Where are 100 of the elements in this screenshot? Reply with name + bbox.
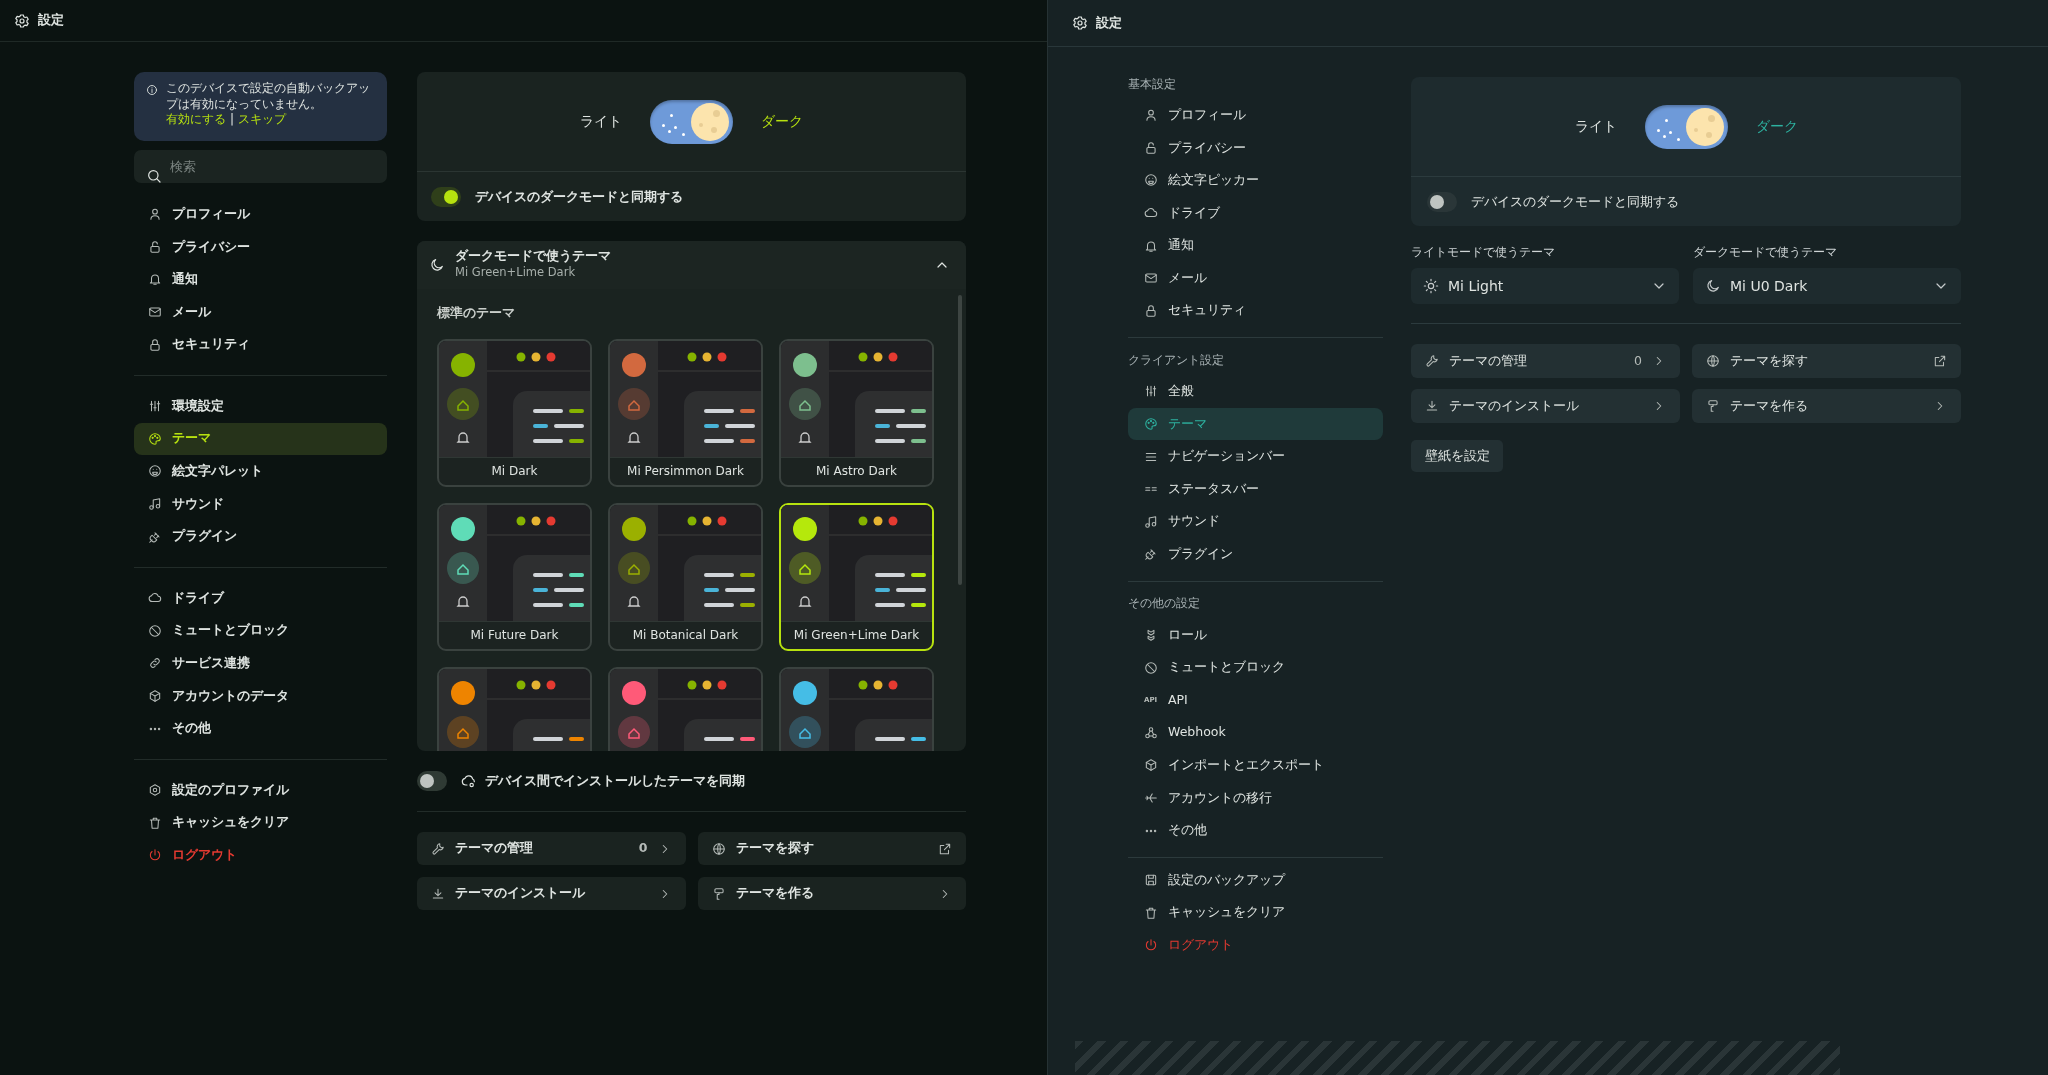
palette-icon [1144,417,1158,432]
smiley-icon [148,464,162,479]
skip-link[interactable]: スキップ [238,112,287,128]
cloud-sync-icon [461,773,477,789]
menu-item[interactable]: 通知 [134,263,387,296]
menu-item[interactable]: プライバシー [1128,131,1383,165]
music-note-icon [1144,514,1158,529]
section-title: 基本設定 [1128,75,1177,93]
theme-mode-toggle[interactable] [650,99,733,144]
menu-item[interactable]: Webhook [1128,716,1383,750]
menu-item[interactable]: テーマ [1128,407,1383,441]
menu-button[interactable]: テーマの管理 0 [1411,344,1680,378]
theme-card[interactable]: Mi Green+Lime Dark [779,502,934,651]
menu-item[interactable]: サービス連携 [134,647,387,680]
moon-icon [429,257,445,273]
menu-item[interactable]: 通知 [1128,229,1383,262]
menu-item[interactable]: アカウントの移行 [1128,781,1383,815]
menu-item[interactable]: 絵文字パレット [134,455,387,488]
menu-item[interactable]: 全般 [1128,375,1383,408]
menu-item[interactable]: ログアウト [134,839,387,872]
menu-item[interactable]: ドライブ [134,581,387,615]
menu-item[interactable]: サウンド [1128,505,1383,539]
hexagon-icon [148,783,162,798]
theme-card[interactable]: Mi Dark [437,338,592,487]
padlock-icon [148,337,162,352]
menu-item[interactable]: セキュリティ [1128,294,1383,328]
toggle-switch[interactable] [417,771,447,791]
menu-button[interactable]: テーマを作る [1692,389,1961,423]
envelope-icon [1144,271,1158,286]
palette-icon [148,431,162,446]
menu-item[interactable]: キャッシュをクリア [1128,896,1383,930]
person-icon [1144,108,1158,123]
menu-item[interactable]: ミュートとブロック [1128,651,1383,684]
menu-item[interactable]: ロール [1128,618,1383,652]
menu-item[interactable]: 設定のプロファイル [134,773,387,807]
search-icon [146,168,162,184]
scrollbar-thumb[interactable] [958,295,962,585]
chevrons-icon [1144,628,1158,642]
menu-item[interactable]: ミュートとブロック [134,614,387,648]
menu-item[interactable]: 環境設定 [134,389,387,423]
menu-item[interactable]: 設定のバックアップ [1128,863,1383,897]
menu-button[interactable]: テーマを探す [697,832,966,865]
theme-card[interactable]: Mi Persimmon Dark [608,338,763,487]
theme-select[interactable]: Mi Light [1411,268,1679,304]
enable-link[interactable]: 有効にする [166,112,226,128]
theme-select[interactable]: Mi U0 Dark [1693,268,1961,304]
menu-button[interactable]: テーマを作る [697,877,966,910]
theme-name: Mi Botanical Dark [610,620,761,649]
field-label: ライトモードで使うテーマ [1411,244,1556,261]
menu-item[interactable]: メール [134,295,387,329]
menu-item[interactable]: ナビゲーションバー [1128,440,1383,473]
menu-item[interactable]: プロフィール [1128,99,1383,132]
plug-icon [1144,547,1158,562]
menu-item[interactable]: その他 [1128,814,1383,847]
separator-text: | [230,112,235,128]
menu-item[interactable]: その他 [134,712,387,745]
download-icon [1425,399,1439,413]
menu-item[interactable]: メール [1128,261,1383,295]
menu-item[interactable]: ドライブ [1128,196,1383,230]
webhook-icon [1144,725,1158,740]
music-note-icon [148,497,162,512]
menu-button[interactable]: テーマの管理 0 [417,832,686,865]
menu-item[interactable]: プライバシー [134,230,387,264]
menu-item[interactable]: ログアウト [1128,929,1383,962]
mode-label: ライト [1574,117,1617,136]
search-field[interactable]: 検索 [134,150,387,183]
menu-item[interactable]: プラグイン [134,520,387,553]
moon-icon [1705,278,1721,294]
menu-item[interactable]: テーマ [134,422,387,456]
toggle-switch[interactable] [1427,191,1457,212]
sliders-icon [148,399,162,414]
menu-item[interactable]: アカウントのデータ [134,679,387,713]
paint-roller-icon [1706,399,1720,413]
theme-mode-toggle[interactable] [1644,104,1728,149]
menu-item[interactable]: サウンド [134,487,387,521]
menu-button[interactable]: テーマのインストール [1411,389,1680,423]
power-icon [1144,938,1158,953]
menu-item[interactable]: セキュリティ [134,328,387,361]
download-icon [431,886,445,901]
toggle-switch[interactable] [431,186,461,207]
menu-item[interactable]: キャッシュをクリア [134,806,387,840]
cube-icon [1144,758,1158,773]
toggle-label: デバイスのダークモードと同期する [475,187,683,206]
menu-item[interactable]: インポートとエクスポート [1128,749,1383,782]
settings-icon [14,12,30,29]
menu-button[interactable]: テーマを探す [1692,344,1961,378]
mode-label: ダーク [1755,117,1798,136]
theme-name: Mi Future Dark [439,620,590,649]
theme-card[interactable]: Mi Astro Dark [779,338,934,487]
menu-item[interactable]: プロフィール [134,198,387,231]
theme-card[interactable]: Mi Botanical Dark [608,502,763,651]
menu-item[interactable]: ステータスバー [1128,472,1383,506]
count-text: 0 [638,839,648,858]
wallpaper-button[interactable]: 壁紙を設定 [1411,440,1503,472]
menu-item[interactable]: 絵文字ピッカー [1128,164,1383,197]
menu-button[interactable]: テーマのインストール [417,877,686,910]
external-link-icon [1933,354,1947,368]
theme-card[interactable]: Mi Future Dark [437,502,592,651]
menu-item[interactable]: プラグイン [1128,538,1383,571]
smiley-icon [1144,173,1158,188]
